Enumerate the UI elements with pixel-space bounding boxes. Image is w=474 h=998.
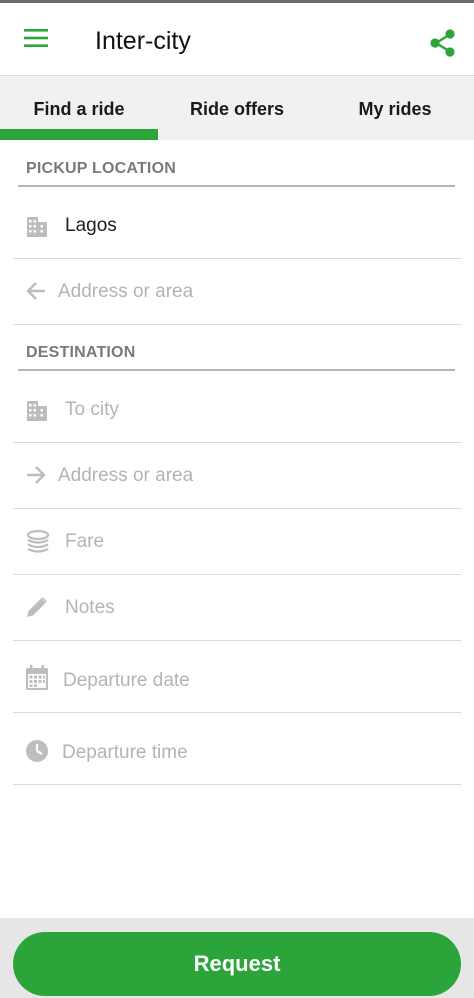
arrow-left-icon: [26, 282, 45, 300]
destination-section-header: DESTINATION: [26, 344, 136, 361]
departure-time-placeholder: Departure time: [62, 742, 188, 763]
destination-city-field[interactable]: To city: [13, 376, 461, 443]
tab-ride-offers[interactable]: Ride offers: [158, 76, 316, 140]
menu-button[interactable]: [18, 21, 54, 57]
departure-time-field[interactable]: Departure time: [13, 712, 461, 785]
coins-icon: [26, 529, 50, 553]
pickup-divider: [18, 185, 455, 187]
request-button[interactable]: Request: [13, 932, 461, 996]
pickup-city-field[interactable]: Lagos: [13, 192, 461, 259]
share-button[interactable]: [422, 23, 462, 63]
city-building-icon: [27, 401, 47, 421]
pickup-address-field[interactable]: Address or area: [13, 258, 461, 325]
fare-placeholder: Fare: [65, 531, 105, 552]
destination-address-placeholder: Address or area: [58, 465, 194, 486]
calendar-icon: [26, 665, 48, 690]
pickup-address-placeholder: Address or area: [58, 281, 194, 302]
page-title: Inter-city: [95, 27, 191, 55]
pickup-section-header: PICKUP LOCATION: [26, 160, 176, 177]
arrow-right-icon: [27, 466, 46, 484]
tab-my-rides[interactable]: My rides: [316, 76, 474, 140]
departure-date-placeholder: Departure date: [63, 670, 190, 691]
destination-divider: [18, 369, 455, 371]
clock-icon: [26, 740, 48, 762]
destination-address-field[interactable]: Address or area: [13, 442, 461, 509]
destination-city-placeholder: To city: [65, 399, 119, 420]
active-tab-indicator: [0, 129, 158, 140]
hamburger-menu-icon: [24, 29, 48, 47]
pencil-icon: [27, 597, 47, 617]
departure-date-field[interactable]: Departure date: [13, 640, 461, 713]
share-icon: [430, 29, 455, 57]
notes-field[interactable]: Notes: [13, 574, 461, 641]
app-bar: Inter-city: [0, 3, 474, 76]
notes-placeholder: Notes: [65, 597, 115, 618]
fare-field[interactable]: Fare: [13, 508, 461, 575]
city-building-icon: [27, 217, 47, 237]
pickup-city-value: Lagos: [65, 215, 117, 236]
